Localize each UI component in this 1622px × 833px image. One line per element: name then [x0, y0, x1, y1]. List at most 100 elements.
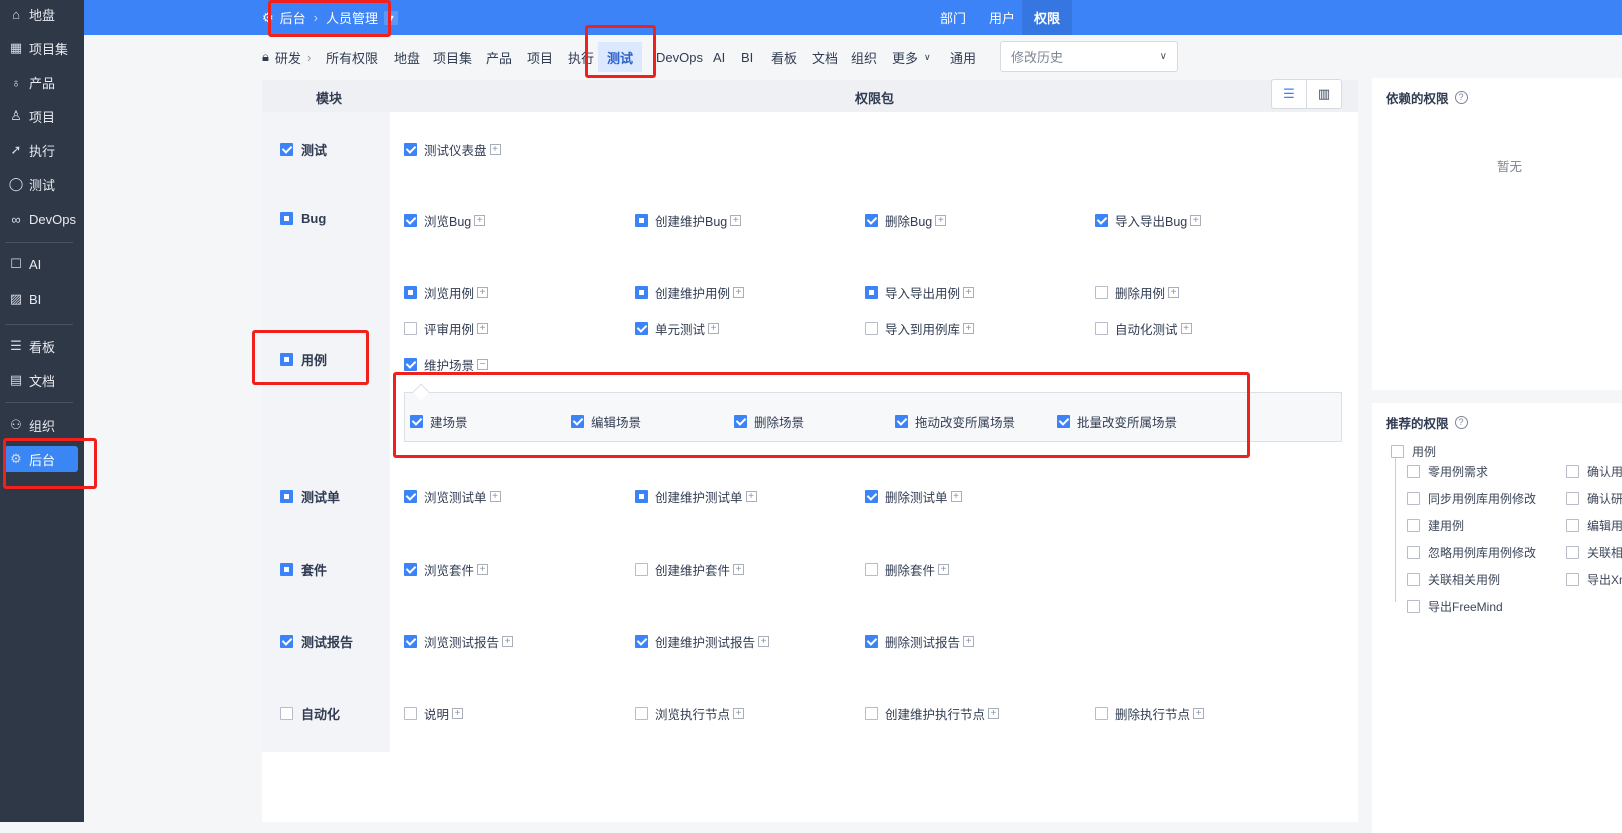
expand-icon[interactable]: + — [502, 636, 514, 647]
toolbar-item-0[interactable]: 所有权限 — [322, 46, 382, 68]
sidebar-item-0[interactable]: ⌂ 地盘 — [4, 1, 78, 27]
checkbox[interactable] — [635, 707, 648, 720]
permission-item[interactable]: 浏览测试报告 + — [404, 632, 514, 651]
checkbox[interactable] — [410, 415, 423, 428]
toolbar-item-3[interactable]: 产品 — [482, 46, 516, 68]
sidebar-item-2[interactable]: ♁ 产品 — [4, 69, 78, 95]
collapse-icon[interactable]: − — [477, 359, 489, 370]
expand-icon[interactable]: + — [963, 636, 975, 647]
permission-item[interactable]: 导入导出用例 + — [865, 283, 975, 302]
expand-icon[interactable]: + — [730, 215, 742, 226]
checkbox[interactable] — [1407, 492, 1420, 505]
permission-item[interactable]: 浏览测试单 + — [404, 487, 501, 506]
permission-item[interactable]: 维护场景 − — [404, 355, 489, 374]
help-icon[interactable]: ? — [1454, 91, 1468, 104]
toolbar-item-5[interactable]: 执行 — [564, 46, 598, 68]
checkbox[interactable] — [1566, 573, 1579, 586]
recommend-item[interactable]: 确认研发 — [1566, 490, 1622, 507]
expand-icon[interactable]: + — [708, 323, 720, 334]
module-6[interactable]: 自动化 — [280, 704, 340, 723]
checkbox[interactable] — [404, 563, 417, 576]
recommend-item[interactable]: 编辑用例 — [1566, 517, 1622, 534]
sub-permission-item[interactable]: 编辑场景 — [571, 412, 641, 431]
permission-item[interactable]: 创建维护测试单 + — [635, 487, 757, 506]
permission-item[interactable]: 创建维护执行节点 + — [865, 704, 1000, 723]
toolbar-item-1[interactable]: 地盘 — [390, 46, 424, 68]
column-view-button[interactable]: ▥ — [1306, 79, 1342, 109]
checkbox[interactable] — [404, 635, 417, 648]
recommend-item[interactable]: 零用例需求 — [1407, 463, 1488, 480]
permission-item[interactable]: 删除测试单 + — [865, 487, 962, 506]
checkbox[interactable] — [404, 490, 417, 503]
recommend-group[interactable]: 用例 — [1391, 443, 1436, 460]
checkbox[interactable] — [404, 143, 417, 156]
toolbar-item-7[interactable]: DevOps — [652, 46, 707, 68]
expand-icon[interactable]: + — [758, 636, 770, 647]
checkbox[interactable] — [895, 415, 908, 428]
expand-icon[interactable]: + — [1168, 287, 1180, 298]
checkbox[interactable] — [635, 322, 648, 335]
permission-item[interactable]: 浏览套件 + — [404, 560, 489, 579]
permission-item[interactable]: 评审用例 + — [404, 319, 489, 338]
expand-icon[interactable]: + — [733, 708, 745, 719]
checkbox[interactable] — [1095, 707, 1108, 720]
checkbox[interactable] — [1407, 519, 1420, 532]
expand-icon[interactable]: + — [745, 491, 757, 502]
checkbox[interactable] — [865, 563, 878, 576]
checkbox[interactable] — [1057, 415, 1070, 428]
checkbox[interactable] — [865, 490, 878, 503]
expand-icon[interactable]: + — [1193, 708, 1205, 719]
checkbox[interactable] — [1391, 445, 1404, 458]
module-checkbox[interactable] — [280, 143, 293, 156]
checkbox[interactable] — [404, 322, 417, 335]
sidebar-item-12[interactable]: ⚙ 后台 — [4, 446, 78, 472]
expand-icon[interactable]: + — [935, 215, 947, 226]
recommend-item[interactable]: 关联相关 — [1566, 544, 1622, 561]
row-view-button[interactable]: ☰ — [1271, 79, 1307, 109]
permission-item[interactable]: 自动化测试 + — [1095, 319, 1192, 338]
expand-icon[interactable]: + — [950, 491, 962, 502]
checkbox[interactable] — [1566, 546, 1579, 559]
expand-icon[interactable]: + — [733, 564, 745, 575]
history-select[interactable]: 修改历史 ∨ — [1000, 41, 1178, 72]
permission-item[interactable]: 创建维护Bug + — [635, 211, 742, 230]
permission-item[interactable]: 单元测试 + — [635, 319, 720, 338]
recommend-item[interactable]: 忽略用例库用例修改 — [1407, 544, 1536, 561]
checkbox[interactable] — [635, 635, 648, 648]
module-5[interactable]: 测试报告 — [280, 632, 353, 651]
sidebar-item-11[interactable]: ⚇ 组织 — [4, 412, 78, 438]
sidebar-item-8[interactable]: ▨ BI — [4, 286, 78, 312]
sub-permission-item[interactable]: 批量改变所属场景 — [1057, 412, 1177, 431]
toolbar-item-6[interactable]: 测试 — [598, 42, 643, 72]
module-0[interactable]: 测试 — [280, 140, 327, 159]
toolbar-item-4[interactable]: 项目 — [523, 46, 557, 68]
permission-item[interactable]: 浏览执行节点 + — [635, 704, 745, 723]
sidebar-item-6[interactable]: ∞ DevOps — [4, 206, 78, 232]
permission-item[interactable]: 创建维护用例 + — [635, 283, 745, 302]
permission-item[interactable]: 删除执行节点 + — [1095, 704, 1205, 723]
toolbar-item-10[interactable]: 看板 — [767, 46, 801, 68]
permission-item[interactable]: 测试仪表盘 + — [404, 140, 501, 159]
module-checkbox[interactable] — [280, 707, 293, 720]
checkbox[interactable] — [1407, 546, 1420, 559]
checkbox[interactable] — [865, 635, 878, 648]
sidebar-item-9[interactable]: ☰ 看板 — [4, 333, 78, 359]
tab-department[interactable]: 部门 — [928, 0, 978, 35]
sidebar-item-7[interactable]: ☐ AI — [4, 251, 78, 277]
permission-item[interactable]: 浏览Bug + — [404, 211, 486, 230]
checkbox[interactable] — [404, 707, 417, 720]
sidebar-item-3[interactable]: ♙ 项目 — [4, 103, 78, 129]
breadcrumb-people[interactable]: 人员管理 — [326, 8, 378, 27]
sub-permission-item[interactable]: 建场景 — [410, 412, 468, 431]
module-checkbox[interactable] — [280, 635, 293, 648]
recommend-item[interactable]: 建用例 — [1407, 517, 1464, 534]
permission-item[interactable]: 浏览用例 + — [404, 283, 489, 302]
toolbar-item-14[interactable]: 通用 — [946, 46, 980, 68]
checkbox[interactable] — [1407, 573, 1420, 586]
expand-icon[interactable]: + — [1190, 215, 1202, 226]
checkbox[interactable] — [865, 322, 878, 335]
expand-icon[interactable]: + — [1180, 323, 1192, 334]
checkbox[interactable] — [734, 415, 747, 428]
checkbox[interactable] — [865, 214, 878, 227]
module-4[interactable]: 套件 — [280, 560, 327, 579]
